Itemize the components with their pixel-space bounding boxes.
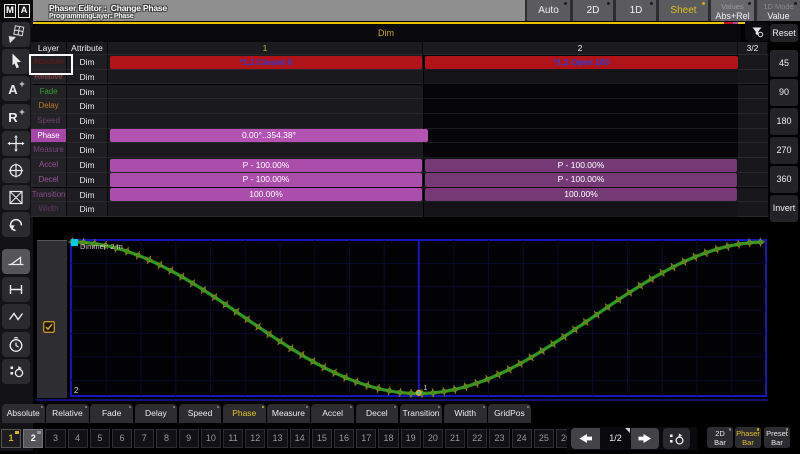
- svg-text:1: 1: [424, 385, 428, 392]
- svg-text:Dimmer: 2 m: Dimmer: 2 m: [80, 242, 123, 251]
- svg-text:2: 2: [74, 386, 79, 395]
